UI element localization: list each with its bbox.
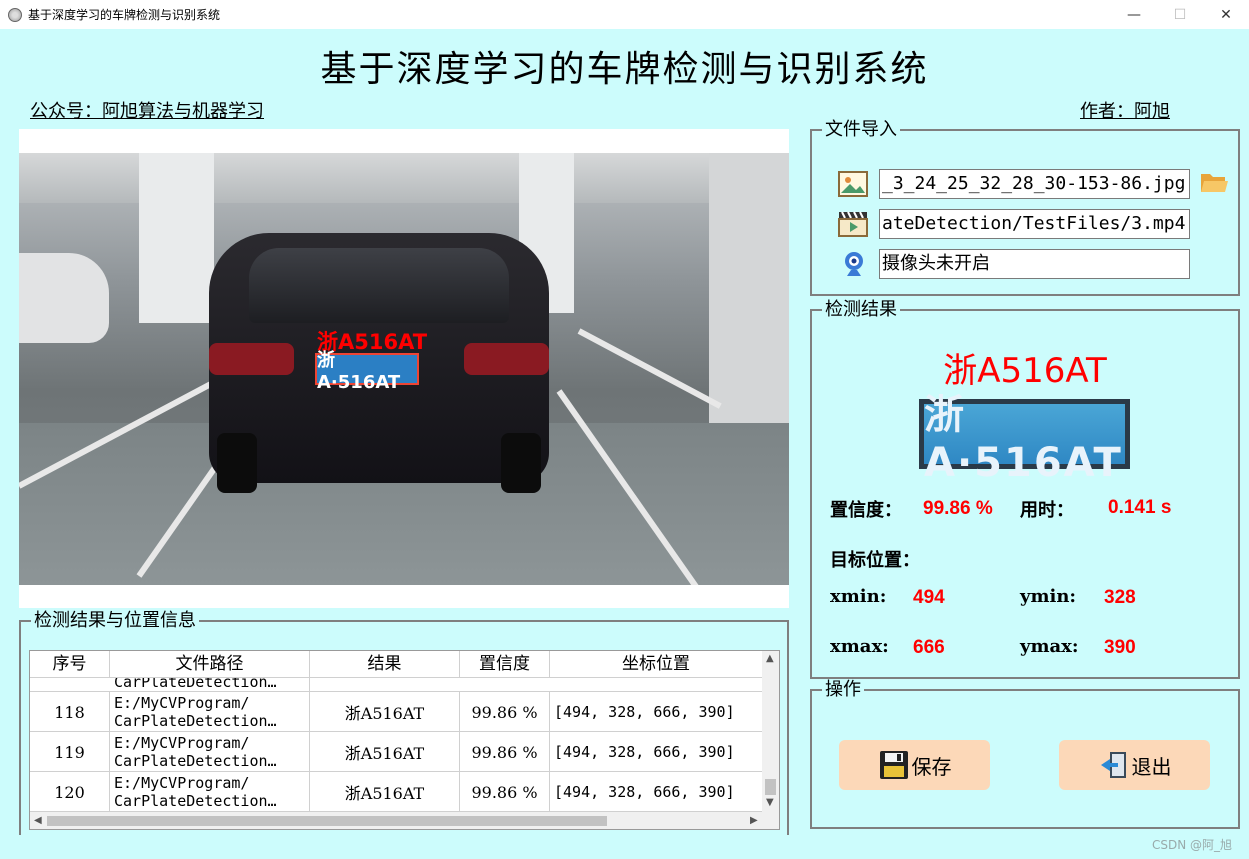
save-button-label: 保存 bbox=[911, 754, 952, 779]
table-row[interactable]: 120 E:/MyCVProgram/ CarPlateDetection… 浙… bbox=[30, 772, 763, 812]
ymin-label: ymin: bbox=[1020, 586, 1077, 607]
author-label: 作者：阿旭 bbox=[1080, 101, 1170, 122]
page-title: 基于深度学习的车牌检测与识别系统 bbox=[320, 49, 929, 90]
scroll-up-icon[interactable]: ▲ bbox=[766, 653, 774, 664]
video-path-field[interactable]: ateDetection/TestFiles/3.mp4 bbox=[879, 209, 1190, 239]
exit-icon bbox=[1100, 752, 1126, 778]
detection-result-title: 检测结果 bbox=[822, 299, 900, 321]
window-titlebar: 基于深度学习的车牌检测与识别系统 — ☐ ✕ bbox=[0, 0, 1249, 29]
header-index[interactable]: 序号 bbox=[30, 651, 110, 678]
xmin-label: xmin: bbox=[830, 586, 887, 607]
time-label: 用时： bbox=[1020, 500, 1074, 521]
header-file-path[interactable]: 文件路径 bbox=[110, 651, 310, 678]
watermark: CSDN @阿_旭 bbox=[1152, 838, 1233, 852]
xmin-value: 494 bbox=[913, 587, 945, 608]
scroll-down-icon[interactable]: ▼ bbox=[766, 797, 774, 808]
file-import-title: 文件导入 bbox=[822, 119, 900, 141]
image-icon[interactable] bbox=[838, 170, 868, 198]
time-value: 0.141 s bbox=[1108, 497, 1172, 518]
folder-open-icon[interactable] bbox=[1199, 168, 1229, 196]
app-icon bbox=[8, 7, 22, 22]
header-confidence[interactable]: 置信度 bbox=[460, 651, 550, 678]
public-account-label: 公众号：阿旭算法与机器学习 bbox=[30, 101, 264, 122]
save-button[interactable]: 保存 bbox=[839, 740, 990, 790]
xmax-value: 666 bbox=[913, 637, 945, 658]
position-label: 目标位置： bbox=[830, 550, 920, 571]
save-icon bbox=[879, 751, 908, 779]
window-title: 基于深度学习的车牌检测与识别系统 bbox=[28, 8, 221, 22]
table-header: 序号 文件路径 结果 置信度 坐标位置 bbox=[30, 651, 763, 678]
ymin-value: 328 bbox=[1104, 587, 1136, 608]
detection-photo: 浙A516AT 浙A·516AT bbox=[19, 153, 789, 585]
exit-button[interactable]: 退出 bbox=[1059, 740, 1210, 790]
table-row[interactable]: 118 E:/MyCVProgram/ CarPlateDetection… 浙… bbox=[30, 692, 763, 732]
vertical-scrollbar[interactable]: ▲ ▼ bbox=[762, 651, 779, 813]
horizontal-scroll-thumb[interactable] bbox=[47, 816, 607, 826]
results-table[interactable]: CarPlateDetection… 118 E:/MyCVProgram/ C… bbox=[29, 650, 780, 830]
ymax-label: ymax: bbox=[1020, 636, 1079, 657]
confidence-value: 99.86 % bbox=[923, 498, 993, 519]
confidence-label: 置信度： bbox=[830, 500, 902, 521]
image-path-field[interactable]: _3_24_25_32_28_30-153-86.jpg bbox=[879, 169, 1190, 199]
table-row[interactable]: 119 E:/MyCVProgram/ CarPlateDetection… 浙… bbox=[30, 732, 763, 772]
header-result[interactable]: 结果 bbox=[310, 651, 460, 678]
minimize-button[interactable]: — bbox=[1111, 0, 1157, 29]
plate-crop-image: 浙A·516AT bbox=[919, 392, 1130, 486]
webcam-icon[interactable] bbox=[840, 250, 870, 278]
horizontal-scrollbar[interactable]: ◀ ▶ bbox=[30, 812, 779, 829]
camera-status-field[interactable]: 摄像头未开启 bbox=[879, 249, 1190, 279]
header-coordinates[interactable]: 坐标位置 bbox=[550, 651, 763, 678]
scroll-right-icon[interactable]: ▶ bbox=[750, 815, 758, 826]
table-row-partial[interactable]: CarPlateDetection… bbox=[30, 678, 763, 692]
operations-title: 操作 bbox=[822, 679, 864, 701]
results-table-title: 检测结果与位置信息 bbox=[31, 610, 199, 632]
close-button[interactable]: ✕ bbox=[1203, 0, 1249, 29]
maximize-button[interactable]: ☐ bbox=[1157, 0, 1203, 29]
vertical-scroll-thumb[interactable] bbox=[765, 779, 776, 795]
image-display: 浙A516AT 浙A·516AT bbox=[19, 129, 789, 608]
xmax-label: xmax: bbox=[830, 636, 889, 657]
video-icon[interactable] bbox=[838, 210, 868, 238]
window-controls: — ☐ ✕ bbox=[1111, 0, 1249, 29]
ymax-value: 390 bbox=[1104, 637, 1136, 658]
detected-plate-box: 浙A·516AT bbox=[315, 350, 419, 393]
scroll-left-icon[interactable]: ◀ bbox=[34, 815, 42, 826]
exit-button-label: 退出 bbox=[1131, 754, 1172, 779]
